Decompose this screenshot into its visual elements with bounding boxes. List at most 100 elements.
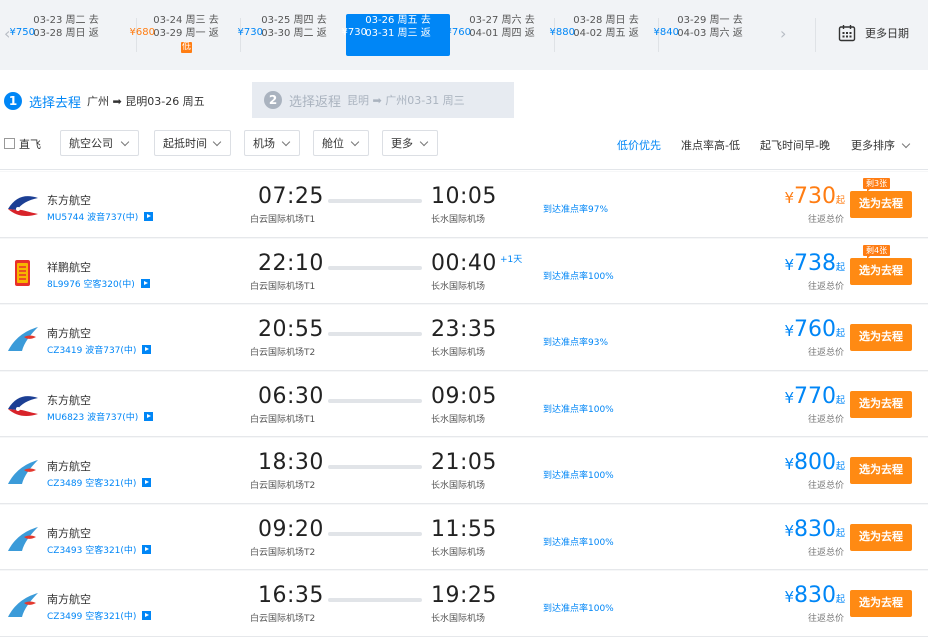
price: ¥738起 (784, 251, 845, 276)
select-outbound-button[interactable]: 选为去程 (850, 590, 912, 617)
departure-time: 20:55 (258, 317, 324, 342)
play-icon[interactable] (142, 345, 152, 354)
select-outbound-button[interactable]: 选为去程 (850, 523, 912, 551)
ontime-rate: 到达准点率93% (543, 338, 609, 348)
sort-lowest-price[interactable]: 低价优先 (617, 137, 661, 153)
date-price: ¥840 (653, 27, 679, 38)
departure-time: 22:10 (258, 250, 324, 276)
date-cell[interactable]: 03-29 周一 去 04-03 周六 返 ¥840 (654, 14, 762, 56)
date-cell[interactable]: 03-25 周四 去 03-30 周二 返 ¥730 (238, 14, 346, 56)
price-from-suffix: 起 (835, 196, 845, 206)
ontime-rate: 到达准点率100% (543, 271, 614, 282)
ontime-rate: 到达准点率100% (543, 604, 614, 614)
more-sort-label: 更多排序 (851, 139, 895, 152)
dropdown-label: 起抵时间 (163, 137, 207, 150)
price: ¥830起 (784, 517, 845, 542)
arrival-time: 21:05 (431, 450, 497, 475)
flight-number[interactable]: MU6823 波音737(中) (47, 410, 154, 423)
play-icon[interactable] (144, 212, 154, 221)
airline-filter-dropdown[interactable]: 航空公司 (60, 130, 139, 156)
arrival-time: 09:05 (431, 383, 497, 409)
date-cell-selected[interactable]: 03-26 周五 去 03-31 周三 返 ¥730 (342, 14, 450, 56)
airport-filter-dropdown[interactable]: 机场 (244, 130, 300, 156)
flight-number[interactable]: CZ3419 波音737(中) (47, 343, 152, 356)
play-icon[interactable] (144, 411, 154, 421)
chevron-down-icon (281, 137, 291, 147)
currency-symbol: ¥ (784, 189, 794, 207)
flight-row: 东方航空 MU6823 波音737(中) 06:30 白云国际机场T1 09:0… (0, 370, 928, 437)
more-filter-dropdown[interactable]: 更多 (382, 130, 438, 156)
flight-number[interactable]: CZ3493 空客321(中) (47, 543, 152, 556)
flight-number[interactable]: 8L9976 空客320(中) (47, 277, 150, 290)
flight-row: 南方航空 CZ3419 波音737(中) 20:55 白云国际机场T2 23:3… (0, 304, 928, 371)
play-icon[interactable] (142, 478, 152, 487)
price-amount: 800 (793, 450, 836, 475)
round-trip-total-label: 往返总价 (807, 281, 844, 292)
flight-number-label: 8L9976 空客320(中) (47, 279, 135, 290)
seats-left-badge: 剩3张 (863, 178, 891, 192)
sort-departure-time[interactable]: 起飞时间早-晚 (760, 137, 830, 153)
round-trip-total-label: 往返总价 (807, 614, 844, 624)
departure-time: 09:20 (258, 516, 324, 542)
flight-number-label: CZ3493 空客321(中) (47, 545, 137, 556)
chevron-down-icon (212, 137, 222, 147)
date-cell[interactable]: 03-24 周三 去 03-29 周一 返 ¥680 低 (130, 14, 238, 56)
departure-airport: 白云国际机场T2 (250, 481, 316, 491)
select-outbound-button[interactable]: 选为去程 (850, 457, 912, 484)
airline-name: 东方航空 (47, 393, 91, 407)
play-icon[interactable] (140, 278, 150, 288)
price-amount: 830 (793, 583, 836, 608)
flight-number-label: CZ3489 空客321(中) (47, 479, 137, 489)
trip-tabs: 1 选择去程 广州 ➡ 昆明03-26 周五 2 选择返程 昆明 ➡ 广州03-… (0, 82, 928, 118)
select-outbound-button[interactable]: 选为去程 (850, 390, 912, 418)
time-filter-dropdown[interactable]: 起抵时间 (154, 130, 231, 156)
flight-number-label: MU6823 波音737(中) (47, 412, 139, 423)
date-cell[interactable]: 03-28 周日 去 04-02 周五 返 ¥880 (550, 14, 658, 56)
date-price: ¥880 (549, 27, 575, 38)
flight-number[interactable]: CZ3489 空客321(中) (47, 476, 152, 489)
price-from-suffix: 起 (835, 262, 845, 273)
currency-symbol: ¥ (784, 322, 794, 340)
round-trip-total-label: 往返总价 (807, 414, 844, 425)
route-line (328, 332, 422, 336)
date-price: ¥730 (341, 27, 367, 38)
flight-number[interactable]: CZ3499 空客321(中) (47, 609, 152, 622)
arrival-time: 11:55 (431, 516, 497, 542)
more-sort-dropdown[interactable]: 更多排序 (851, 137, 911, 153)
arrival-time: 00:40 (431, 250, 497, 276)
tab-return[interactable]: 2 选择返程 昆明 ➡ 广州03-31 周三 (252, 82, 514, 118)
china-eastern-logo-icon (6, 392, 40, 420)
select-outbound-button[interactable]: 选为去程 (850, 257, 912, 285)
price: ¥800起 (784, 450, 845, 475)
departure-time: 16:35 (258, 583, 324, 608)
arrival-airport: 长水国际机场 (431, 281, 486, 292)
price-from-suffix: 起 (835, 462, 845, 472)
ontime-rate: 到达准点率100% (543, 471, 614, 481)
next-dates-arrow-icon[interactable]: › (780, 24, 786, 43)
tab-outbound[interactable]: 1 选择去程 广州 ➡ 昆明03-26 周五 (0, 82, 252, 118)
date-cell[interactable]: 03-23 周二 去 03-28 周日 返 ¥750 (10, 14, 118, 56)
departure-airport: 白云国际机场T2 (250, 547, 316, 558)
flight-row: 南方航空 CZ3489 空客321(中) 18:30 白云国际机场T2 21:0… (0, 437, 928, 504)
flight-number-label: CZ3499 空客321(中) (47, 612, 137, 622)
dropdown-label: 更多 (391, 137, 413, 150)
calendar-icon (838, 25, 856, 42)
direct-flight-label[interactable]: 直飞 (19, 136, 41, 152)
price: ¥760起 (784, 317, 845, 342)
currency-symbol: ¥ (784, 455, 794, 473)
flight-number[interactable]: MU5744 波音737(中) (47, 210, 154, 223)
dropdown-label: 航空公司 (69, 137, 113, 150)
sort-ontime-rate[interactable]: 准点率高-低 (681, 137, 740, 153)
tab-return-title: 选择返程 (289, 94, 342, 110)
play-icon[interactable] (142, 611, 152, 620)
price-from-suffix: 起 (835, 395, 845, 406)
cabin-filter-dropdown[interactable]: 舱位 (313, 130, 369, 156)
play-icon[interactable] (142, 544, 152, 554)
select-outbound-button[interactable]: 选为去程 (850, 191, 912, 218)
direct-flight-checkbox[interactable] (4, 138, 15, 149)
select-outbound-button[interactable]: 选为去程 (850, 324, 912, 351)
arrival-airport: 长水国际机场 (431, 614, 486, 624)
date-cell[interactable]: 03-27 周六 去 04-01 周四 返 ¥760 (446, 14, 554, 56)
more-dates-button[interactable]: 更多日期 (838, 24, 909, 42)
date-price: ¥750 (9, 27, 35, 38)
